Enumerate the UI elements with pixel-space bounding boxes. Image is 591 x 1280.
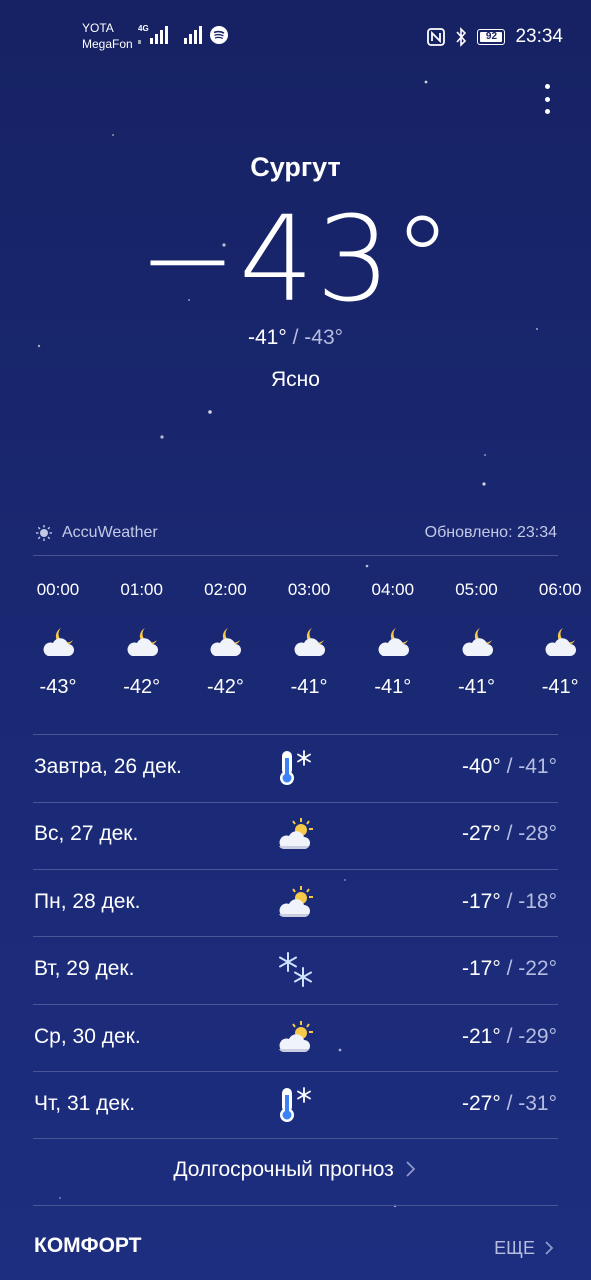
more-link[interactable]: ЕЩЕ [494,1238,555,1259]
chevron-right-icon [406,1161,415,1177]
day-low: / -31° [506,1092,557,1115]
day-high: -27° [461,1092,501,1115]
day-temps: -17° / -18° [462,890,557,914]
long-forecast-label: Долгосрочный прогноз [173,1158,394,1181]
daily-forecast: Завтра, 26 дек. -40° / -41° Вс, 27 дек. -27… [0,0,591,1280]
sun-cloud-icon [276,883,316,923]
divider [33,868,558,870]
day-low: / -28° [506,822,557,846]
divider [33,801,558,803]
snowflakes-icon [276,950,316,990]
day-label: Пн, 28 дек. [34,889,141,913]
day-row[interactable]: Вс, 27 дек. -27° / -28° [0,802,591,869]
chevron-right-icon [545,1241,554,1255]
day-high: -17° [461,957,501,981]
day-high: -17° [461,889,501,913]
day-low: / -22° [506,957,557,981]
sun-cloud-icon [276,1018,316,1058]
day-row[interactable]: Вт, 29 дек. -17° / -22° [0,937,591,1004]
comfort-section-title: КОМФОРТ [34,1234,142,1257]
day-high: -40° [461,755,501,778]
day-label: Ср, 30 дек. [34,1024,141,1048]
day-low: / -18° [506,889,557,913]
day-label: Вс, 27 дек. [34,822,139,846]
divider [33,1205,558,1206]
divider [33,1138,558,1139]
more-label: ЕЩЕ [494,1238,535,1258]
day-high: -21° [461,1024,501,1048]
day-row[interactable]: Ср, 30 дек. -21° / -29° [0,1005,591,1072]
day-high: -27° [461,822,501,846]
day-row[interactable]: Завтра, 26 дек. -40° / -41° [0,735,591,802]
divider [33,936,558,938]
day-row[interactable]: Чт, 31 дек. -27° / -31° [0,1072,591,1139]
long-forecast-link[interactable]: Долгосрочный прогноз [0,1158,591,1182]
day-row[interactable]: Пн, 28 дек. -17° / -18° [0,870,591,937]
day-temps: -17° / -22° [462,957,557,981]
day-low: / -41° [506,755,557,778]
sun-cloud-icon [276,815,316,855]
day-temps: -40° / -41° [462,755,557,779]
day-temps: -21° / -29° [462,1025,557,1049]
day-label: Вт, 29 дек. [34,957,135,981]
cold-thermometer-icon [276,748,316,788]
day-label: Чт, 31 дек. [34,1092,136,1115]
divider [33,1071,558,1073]
cold-thermometer-icon [276,1085,316,1125]
day-label: Завтра, 26 дек. [34,755,182,778]
day-low: / -29° [506,1024,557,1048]
divider [33,1003,558,1005]
day-temps: -27° / -28° [462,822,557,846]
day-temps: -27° / -31° [462,1092,557,1116]
